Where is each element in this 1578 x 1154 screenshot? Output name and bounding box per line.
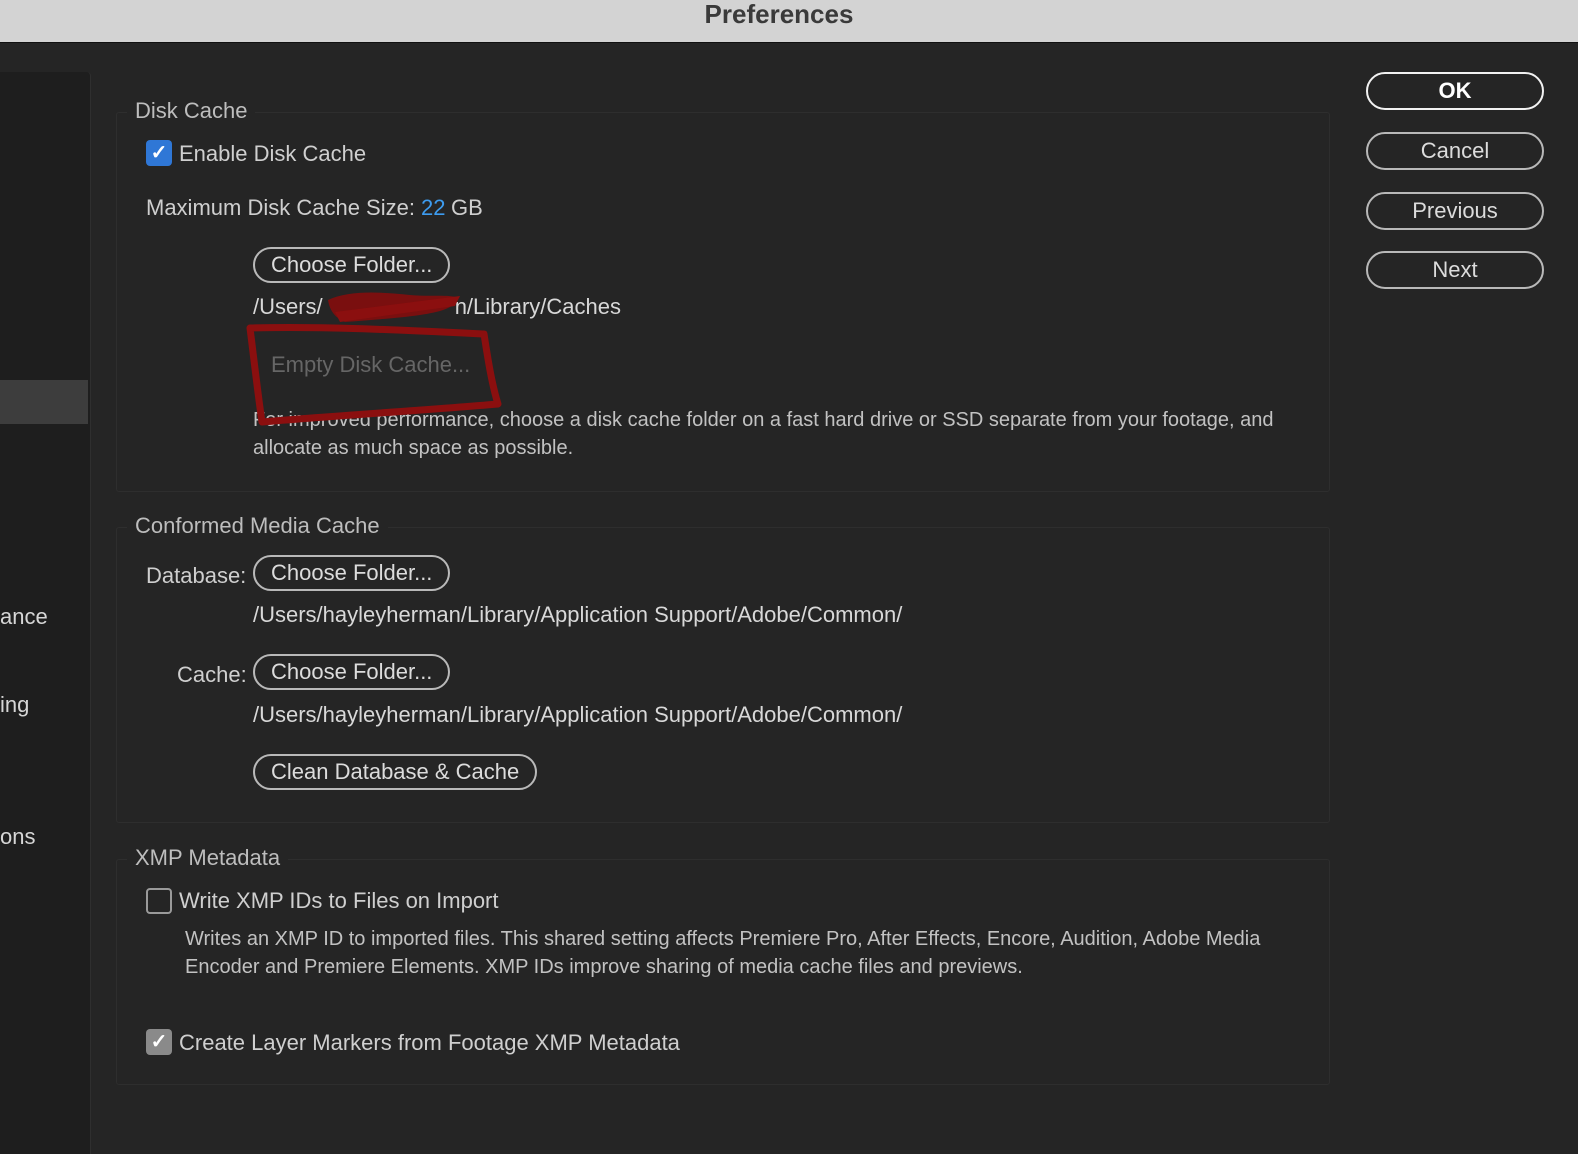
sidebar-item-appearance[interactable]: ance [0, 604, 48, 630]
enable-disk-cache-checkbox[interactable]: ✓ [146, 140, 172, 166]
max-cache-size-label: Maximum Disk Cache Size: [146, 195, 415, 220]
max-cache-size-value[interactable]: 22 [421, 195, 445, 221]
sidebar-selected-item[interactable] [0, 380, 88, 424]
disk-cache-hint-line1: For improved performance, choose a disk … [253, 409, 1274, 431]
disk-cache-hint-line2: allocate as much space as possible. [253, 437, 574, 459]
cache-choose-folder-button[interactable]: Choose Folder... [253, 654, 451, 690]
xmp-metadata-title: XMP Metadata [127, 845, 289, 871]
ok-button[interactable]: OK [1366, 72, 1544, 110]
write-xmp-ids-label[interactable]: Write XMP IDs to Files on Import [179, 888, 499, 914]
disk-cache-path-suffix: n/Library/Caches [454, 294, 621, 319]
max-cache-size-unit: GB [451, 195, 483, 220]
disk-cache-title: Disk Cache [127, 98, 256, 124]
conformed-media-cache-title: Conformed Media Cache [127, 513, 388, 539]
title-bar: Preferences [0, 0, 1578, 43]
disk-cache-choose-folder-button[interactable]: Choose Folder... [253, 247, 451, 283]
write-xmp-ids-description: Writes an XMP ID to imported files. This… [185, 925, 1305, 981]
write-xmp-ids-desc-line1: Writes an XMP ID to imported files. This… [185, 928, 1261, 950]
enable-disk-cache-label[interactable]: Enable Disk Cache [179, 141, 366, 167]
next-button[interactable]: Next [1366, 251, 1544, 289]
write-xmp-ids-desc-line2: Encoder and Premiere Elements. XMP IDs i… [185, 956, 1023, 978]
layer-markers-label[interactable]: Create Layer Markers from Footage XMP Me… [179, 1030, 680, 1056]
previous-button[interactable]: Previous [1366, 192, 1544, 230]
cache-label: Cache: [177, 662, 247, 687]
cancel-button[interactable]: Cancel [1366, 132, 1544, 170]
window-title: Preferences [704, 0, 854, 29]
clean-database-cache-button[interactable]: Clean Database & Cache [253, 754, 538, 790]
sidebar-item-options[interactable]: ons [0, 824, 35, 850]
cache-path: /Users/hayleyherman/Library/Application … [253, 702, 903, 727]
empty-disk-cache-button: Empty Disk Cache... [271, 352, 471, 377]
sidebar: ance ing ons [0, 72, 91, 1154]
disk-cache-path: /Users/n/Library/Caches [253, 294, 621, 320]
write-xmp-ids-checkbox[interactable] [146, 888, 172, 914]
database-path: /Users/hayleyherman/Library/Application … [253, 602, 903, 627]
database-label: Database: [146, 563, 247, 588]
database-choose-folder-button[interactable]: Choose Folder... [253, 555, 451, 591]
sidebar-item-labeling[interactable]: ing [0, 692, 29, 718]
disk-cache-hint: For improved performance, choose a disk … [253, 406, 1303, 462]
layer-markers-checkbox[interactable]: ✓ [146, 1029, 172, 1055]
disk-cache-path-prefix: /Users/ [253, 294, 323, 319]
